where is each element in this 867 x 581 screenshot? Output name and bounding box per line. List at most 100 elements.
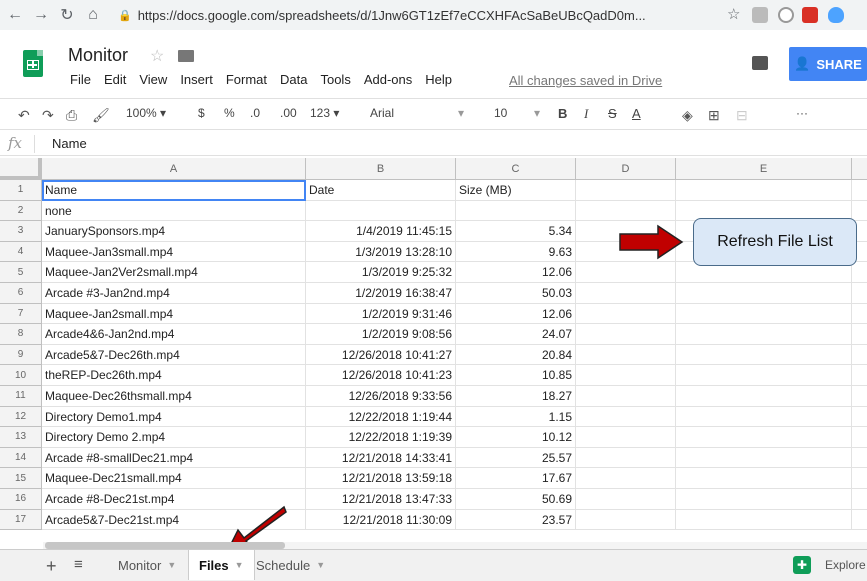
column-header-a[interactable]: A [42,158,306,180]
save-status[interactable]: All changes saved in Drive [509,73,662,88]
table-cell-c[interactable] [456,200,576,222]
comment-icon[interactable] [752,56,768,70]
column-header-c[interactable]: C [456,158,576,180]
table-cell-b[interactable]: 12/21/2018 11:30:09 [306,509,456,531]
menu-data[interactable]: Data [280,72,307,87]
font-select-caret-icon[interactable]: ▾ [458,106,464,120]
font-size-caret-icon[interactable]: ▾ [534,106,540,120]
table-cell-f[interactable] [852,365,867,386]
menu-help[interactable]: Help [425,72,452,87]
table-cell-c[interactable]: 12.06 [456,303,576,325]
paint-format-icon[interactable]: 🖌 [92,107,110,124]
row-header[interactable]: 5 [0,262,42,283]
table-cell-c[interactable]: 23.57 [456,509,576,531]
percent-button[interactable]: % [224,106,235,120]
menu-edit[interactable]: Edit [104,72,126,87]
table-cell-c[interactable]: 24.07 [456,324,576,345]
table-cell-a[interactable]: none [42,200,306,222]
fill-color-icon[interactable]: ◈ [682,107,693,124]
table-cell-e[interactable] [676,365,852,386]
extension-circle-icon[interactable] [778,7,794,23]
table-cell-d[interactable] [576,324,676,345]
undo-icon[interactable]: ↶ [18,107,30,124]
table-cell-a[interactable]: Maquee-Dec26thsmall.mp4 [42,386,306,407]
italic-button[interactable]: I [584,106,588,122]
table-cell-b[interactable]: 1/2/2019 16:38:47 [306,283,456,304]
table-cell-c[interactable]: 18.27 [456,386,576,407]
table-cell-d[interactable] [576,406,676,428]
formula-input[interactable]: Name [52,136,87,151]
table-cell-f[interactable] [852,468,867,489]
extension-icon[interactable] [752,7,768,23]
select-all-corner[interactable] [0,158,42,180]
table-cell-e[interactable] [676,489,852,510]
table-cell-d[interactable] [576,489,676,510]
table-cell-d[interactable] [576,344,676,366]
row-header[interactable]: 14 [0,447,42,469]
row-header[interactable]: 8 [0,324,42,345]
share-button[interactable]: 👤 SHARE [789,47,867,81]
bold-button[interactable]: B [558,106,567,121]
table-cell-e[interactable] [676,180,852,201]
bookmark-star-icon[interactable]: ☆ [727,5,740,23]
table-cell-b[interactable]: 1/4/2019 11:45:15 [306,221,456,242]
star-icon[interactable]: ☆ [150,46,164,66]
redo-icon[interactable]: ↷ [42,107,54,124]
table-cell-a[interactable]: Arcade #3-Jan2nd.mp4 [42,283,306,304]
menu-format[interactable]: Format [226,72,267,87]
row-header[interactable]: 2 [0,200,42,222]
table-cell-d[interactable] [576,283,676,304]
print-icon[interactable]: ⎙ [66,107,77,124]
zoom-select[interactable]: 100% ▾ [126,106,166,120]
scrollbar-thumb[interactable] [45,542,285,549]
font-select[interactable]: Arial [370,106,394,120]
menu-addons[interactable]: Add-ons [364,72,412,87]
tab-schedule[interactable]: Schedule ▼ [246,550,335,580]
explore-button[interactable]: ✚ Explore [793,556,866,574]
pdf-extension-icon[interactable] [802,7,818,23]
strikethrough-button[interactable]: S [608,106,617,121]
table-cell-b[interactable]: 12/22/2018 1:19:39 [306,427,456,448]
table-cell-a[interactable]: Directory Demo1.mp4 [42,406,306,428]
table-cell-c[interactable]: 20.84 [456,344,576,366]
table-cell-b[interactable]: 12/21/2018 14:33:41 [306,447,456,469]
tab-files[interactable]: Files ▼ [188,550,255,580]
row-header[interactable]: 1 [0,180,42,201]
cloud-extension-icon[interactable] [828,7,844,23]
row-header[interactable]: 15 [0,468,42,489]
all-sheets-icon[interactable]: ≡ [74,556,83,573]
table-cell-b[interactable]: 1/2/2019 9:08:56 [306,324,456,345]
table-cell-f[interactable] [852,448,867,469]
home-icon[interactable]: ⌂ [82,4,104,26]
table-cell-b[interactable]: 1/3/2019 13:28:10 [306,241,456,263]
table-cell-a[interactable]: Name [42,180,306,201]
table-cell-c[interactable]: 50.69 [456,489,576,510]
table-cell-f[interactable] [852,386,867,407]
address-bar[interactable]: 🔒 https://docs.google.com/spreadsheets/d… [118,4,718,26]
menu-file[interactable]: File [70,72,91,87]
column-header-f[interactable] [852,158,867,180]
row-header[interactable]: 11 [0,386,42,407]
table-cell-c[interactable]: 10.85 [456,365,576,386]
table-cell-f[interactable] [852,262,867,283]
text-color-button[interactable]: A [632,106,641,121]
table-cell-c[interactable]: 5.34 [456,221,576,242]
table-cell-b[interactable]: 12/22/2018 1:19:44 [306,406,456,428]
table-cell-b[interactable]: 12/26/2018 10:41:23 [306,365,456,386]
spreadsheet-grid[interactable]: A B C D E 1 Name Date Size (MB) 2 none 3 Januar… [0,158,867,542]
table-cell-a[interactable]: theREP-Dec26th.mp4 [42,365,306,386]
table-cell-d[interactable] [576,200,676,222]
table-cell-a[interactable]: Maquee-Jan2small.mp4 [42,303,306,325]
table-cell-d[interactable] [576,386,676,407]
row-header[interactable]: 12 [0,406,42,428]
decrease-decimal-button[interactable]: .0 [250,106,260,120]
table-cell-a[interactable]: Maquee-Dec21small.mp4 [42,468,306,489]
table-cell-b[interactable]: 12/26/2018 10:41:27 [306,344,456,366]
menu-view[interactable]: View [139,72,167,87]
row-header[interactable]: 16 [0,489,42,510]
back-icon[interactable]: ← [4,4,26,26]
table-cell-f[interactable] [852,489,867,510]
table-cell-c[interactable]: 12.06 [456,262,576,283]
font-size-select[interactable]: 10 [494,106,507,120]
table-cell-c[interactable]: 10.12 [456,427,576,448]
